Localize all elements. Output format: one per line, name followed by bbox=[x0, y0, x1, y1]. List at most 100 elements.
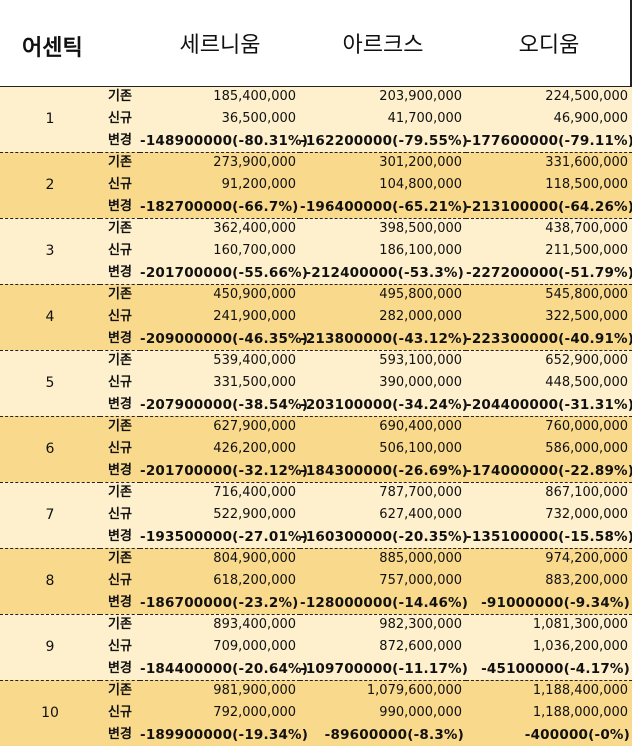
cell-base-value: 760,000,000 bbox=[466, 416, 632, 438]
level-number: 6 bbox=[0, 416, 100, 482]
cell-change-value: -177600000(-79.11%) bbox=[466, 130, 632, 152]
row-label-change: 변경 bbox=[100, 724, 141, 746]
level-group: 5 기존 539,400,000 593,100,000 652,900,000 신규 33… bbox=[0, 350, 632, 416]
row-label-new: 신규 bbox=[100, 504, 141, 526]
row-label-new: 신규 bbox=[100, 240, 141, 262]
cell-change-value: -148900000(-80.31%) bbox=[140, 130, 308, 152]
cell-new-value: 118,500,000 bbox=[466, 174, 632, 196]
cell-change-value: -193500000(-27.01%) bbox=[140, 526, 308, 548]
cell-base-value: 885,000,000 bbox=[300, 548, 467, 570]
cell-new-value: 506,100,000 bbox=[300, 438, 467, 460]
cell-new-value: 322,500,000 bbox=[466, 306, 632, 328]
table-row: 5 기존 539,400,000 593,100,000 652,900,000 bbox=[0, 350, 632, 416]
cell-base-value: 450,900,000 bbox=[140, 284, 301, 306]
cell-base-value: 273,900,000 bbox=[140, 152, 301, 174]
cell-change-value: -91000000(-9.34%) bbox=[466, 592, 632, 614]
table-row: 4 기존 450,900,000 495,800,000 545,800,000 bbox=[0, 284, 632, 350]
cell-new-value: 241,900,000 bbox=[140, 306, 301, 328]
cell-new-value: 331,500,000 bbox=[140, 372, 301, 394]
cell-base-value: 652,900,000 bbox=[466, 350, 632, 372]
row-label-new: 신규 bbox=[100, 438, 141, 460]
table-row: 7 기존 716,400,000 787,700,000 867,100,000 bbox=[0, 482, 632, 548]
level-number: 7 bbox=[0, 482, 100, 548]
row-label-base: 기존 bbox=[100, 680, 141, 702]
level-number: 9 bbox=[0, 614, 100, 680]
cell-new-value: 448,500,000 bbox=[466, 372, 632, 394]
cell-base-value: 301,200,000 bbox=[300, 152, 467, 174]
column-header-arcs: 아르크스 bbox=[300, 0, 467, 86]
cell-new-value: 186,100,000 bbox=[300, 240, 467, 262]
corner-label: 어센틱 bbox=[0, 0, 141, 86]
cell-new-value: 586,000,000 bbox=[466, 438, 632, 460]
cell-base-value: 1,188,400,000 bbox=[466, 680, 632, 702]
cell-base-value: 438,700,000 bbox=[466, 218, 632, 240]
row-label-base: 기존 bbox=[100, 482, 141, 504]
row-label-change: 변경 bbox=[100, 130, 141, 152]
level-number: 4 bbox=[0, 284, 100, 350]
cell-new-value: 160,700,000 bbox=[140, 240, 301, 262]
cell-change-value: -160300000(-20.35%) bbox=[300, 526, 468, 548]
cell-change-value: -182700000(-66.7%) bbox=[140, 196, 301, 218]
level-group: 2 기존 273,900,000 301,200,000 331,600,000 신규 91… bbox=[0, 152, 632, 218]
cell-new-value: 872,600,000 bbox=[300, 636, 467, 658]
cell-base-value: 716,400,000 bbox=[140, 482, 301, 504]
cell-change-value: -196400000(-65.21%) bbox=[300, 196, 468, 218]
cell-base-value: 1,081,300,000 bbox=[466, 614, 632, 636]
row-label-change: 변경 bbox=[100, 460, 141, 482]
row-label-new: 신규 bbox=[100, 636, 141, 658]
table-row: 3 기존 362,400,000 398,500,000 438,700,000 bbox=[0, 218, 632, 284]
cell-change-value: -184400000(-20.64%) bbox=[140, 658, 308, 680]
cell-change-value: -212400000(-53.3%) bbox=[300, 262, 467, 284]
table-row: 6 기존 627,900,000 690,400,000 760,000,000 bbox=[0, 416, 632, 482]
comparison-sheet: 어센틱 세르니움 아르크스 오디움 1 기존 185,400,000 203,900,… bbox=[0, 0, 632, 749]
cell-new-value: 732,000,000 bbox=[466, 504, 632, 526]
cell-change-value: -227200000(-51.79%) bbox=[466, 262, 632, 284]
cell-base-value: 545,800,000 bbox=[466, 284, 632, 306]
cell-change-value: -223300000(-40.91%) bbox=[466, 328, 632, 350]
level-number: 8 bbox=[0, 548, 100, 614]
cell-change-value: -203100000(-34.24%) bbox=[300, 394, 468, 416]
table-row: 9 기존 893,400,000 982,300,000 1,081,300,000 bbox=[0, 614, 632, 680]
row-label-base: 기존 bbox=[100, 416, 141, 438]
row-label-change: 변경 bbox=[100, 196, 141, 218]
row-label-new: 신규 bbox=[100, 108, 141, 130]
row-label-change: 변경 bbox=[100, 262, 141, 284]
level-group: 6 기존 627,900,000 690,400,000 760,000,000 신규 42… bbox=[0, 416, 632, 482]
level-group: 3 기존 362,400,000 398,500,000 438,700,000 신규 16… bbox=[0, 218, 632, 284]
row-label-base: 기존 bbox=[100, 350, 141, 372]
cell-new-value: 91,200,000 bbox=[140, 174, 301, 196]
level-number: 1 bbox=[0, 86, 100, 152]
cell-new-value: 627,400,000 bbox=[300, 504, 467, 526]
column-header-cernium: 세르니움 bbox=[140, 0, 301, 86]
row-label-change: 변경 bbox=[100, 394, 141, 416]
level-group: 10 기존 981,900,000 1,079,600,000 1,188,400,00… bbox=[0, 680, 632, 746]
row-label-change: 변경 bbox=[100, 526, 141, 548]
row-label-change: 변경 bbox=[100, 658, 141, 680]
cell-base-value: 690,400,000 bbox=[300, 416, 467, 438]
row-label-new: 신규 bbox=[100, 372, 141, 394]
level-cost-table: 어센틱 세르니움 아르크스 오디움 1 기존 185,400,000 203,900,… bbox=[0, 0, 632, 746]
table-row: 1 기존 185,400,000 203,900,000 224,500,000 bbox=[0, 86, 632, 152]
cell-new-value: 426,200,000 bbox=[140, 438, 301, 460]
cell-new-value: 282,000,000 bbox=[300, 306, 467, 328]
cell-change-value: -45100000(-4.17%) bbox=[466, 658, 632, 680]
cell-base-value: 362,400,000 bbox=[140, 218, 301, 240]
cell-base-value: 398,500,000 bbox=[300, 218, 467, 240]
row-label-base: 기존 bbox=[100, 218, 141, 240]
cell-change-value: -207900000(-38.54%) bbox=[140, 394, 308, 416]
cell-new-value: 104,800,000 bbox=[300, 174, 467, 196]
row-label-base: 기존 bbox=[100, 86, 141, 108]
cell-new-value: 1,188,000,000 bbox=[466, 702, 632, 724]
cell-base-value: 539,400,000 bbox=[140, 350, 301, 372]
cell-change-value: -128000000(-14.46%) bbox=[300, 592, 468, 614]
table-row: 8 기존 804,900,000 885,000,000 974,200,000 bbox=[0, 548, 632, 614]
row-label-base: 기존 bbox=[100, 548, 141, 570]
table-row: 10 기존 981,900,000 1,079,600,000 1,188,400,00… bbox=[0, 680, 632, 746]
cell-new-value: 1,036,200,000 bbox=[466, 636, 632, 658]
cell-base-value: 627,900,000 bbox=[140, 416, 301, 438]
cell-new-value: 211,500,000 bbox=[466, 240, 632, 262]
cell-base-value: 185,400,000 bbox=[140, 86, 301, 108]
row-label-base: 기존 bbox=[100, 152, 141, 174]
cell-new-value: 883,200,000 bbox=[466, 570, 632, 592]
level-group: 4 기존 450,900,000 495,800,000 545,800,000 신규 24… bbox=[0, 284, 632, 350]
